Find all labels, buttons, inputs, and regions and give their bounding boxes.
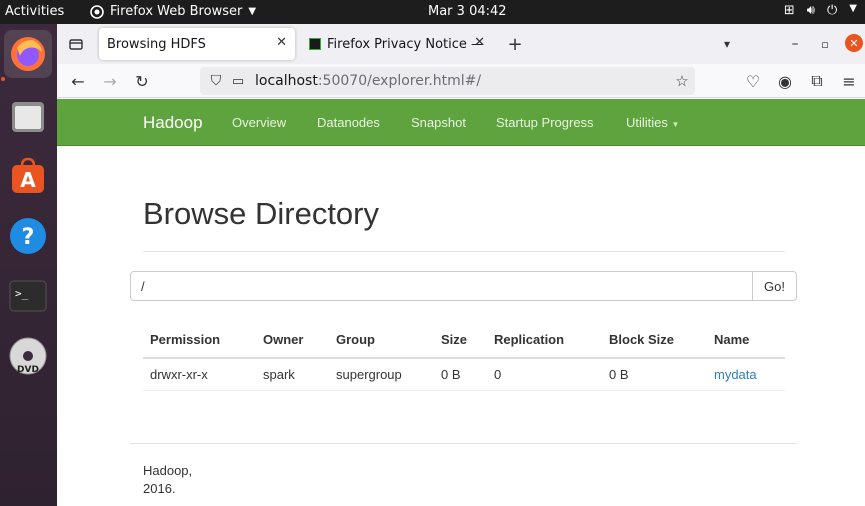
maximize-icon[interactable]: ▫	[815, 34, 835, 54]
page-icon[interactable]: ▭	[228, 71, 248, 91]
tab-overview-icon[interactable]	[66, 34, 86, 54]
terminal-tab-icon	[309, 38, 321, 50]
nav-snapshot[interactable]: Snapshot	[411, 115, 466, 130]
col-size[interactable]: Size	[434, 321, 487, 359]
menu-icon[interactable]: ≡	[839, 71, 859, 91]
footer: Hadoop, 2016.	[143, 462, 192, 498]
app-center-icon: A	[12, 157, 44, 193]
app-name: Firefox Web Browser	[110, 4, 243, 19]
dvd-icon: DVD	[9, 337, 47, 375]
cell-group: supergroup	[329, 358, 434, 391]
col-block-size[interactable]: Block Size	[602, 321, 707, 359]
footer-line2: 2016.	[143, 481, 176, 496]
url-text: localhost:50070/explorer.html#/	[255, 73, 482, 89]
terminal-icon: >_	[9, 280, 47, 312]
volume-icon: 🔊︎	[806, 3, 815, 18]
col-group[interactable]: Group	[329, 321, 434, 359]
file-link-mydata[interactable]: mydata	[714, 367, 757, 382]
minimize-icon[interactable]: –	[785, 34, 805, 54]
dock-files[interactable]	[4, 92, 52, 140]
close-window-icon[interactable]: ✕	[845, 34, 863, 52]
clock[interactable]: Mar 3 04:42	[428, 4, 507, 19]
hadoop-brand[interactable]: Hadoop	[143, 113, 203, 133]
svg-text:A: A	[20, 168, 36, 192]
dock-dvd[interactable]: DVD	[4, 332, 52, 380]
tab-label: Firefox Privacy Notice —	[327, 36, 485, 52]
caret-down-icon: ▼	[671, 120, 680, 129]
network-icon: ⊞	[783, 3, 795, 18]
extensions-icon[interactable]: ⧉	[807, 71, 827, 91]
main-content: Browse Directory Go! Permission Owner Gr…	[57, 146, 865, 506]
system-tray[interactable]: ⊞ 🔊︎ ⏻ ▼	[784, 3, 857, 18]
nav-utilities[interactable]: Utilities ▼	[626, 115, 679, 130]
tab-label: Browsing HDFS	[107, 36, 206, 52]
activities-button[interactable]: Activities	[5, 4, 64, 19]
chevron-down-icon: ▼	[248, 6, 257, 17]
file-table: Permission Owner Group Size Replication …	[143, 321, 785, 391]
cell-replication: 0	[487, 358, 602, 391]
chevron-down-icon: ▼	[849, 3, 857, 14]
firefox-small-icon	[90, 4, 104, 19]
cell-permission: drwxr-xr-x	[143, 358, 256, 391]
col-owner[interactable]: Owner	[256, 321, 329, 359]
nav-overview[interactable]: Overview	[232, 115, 286, 130]
table-header-row: Permission Owner Group Size Replication …	[143, 321, 785, 359]
col-permission[interactable]: Permission	[143, 321, 256, 359]
dock-firefox[interactable]	[4, 30, 52, 78]
shield-icon[interactable]: ⛉	[206, 71, 226, 91]
dock-app-center[interactable]: A	[4, 152, 52, 200]
new-tab-icon[interactable]: +	[505, 34, 525, 55]
forward-icon[interactable]: →	[100, 71, 120, 91]
svg-text:>_: >_	[15, 287, 29, 300]
directory-path-input[interactable]	[130, 271, 753, 301]
tab-bar: Browsing HDFS ✕ Firefox Privacy Notice —…	[57, 24, 865, 64]
firefox-icon	[11, 37, 45, 71]
system-top-bar: Activities Firefox Web Browser ▼ Mar 3 0…	[0, 0, 865, 24]
active-indicator	[1, 77, 5, 81]
svg-text:DVD: DVD	[17, 365, 39, 375]
footer-line1: Hadoop,	[143, 463, 193, 478]
close-tab-icon[interactable]: ✕	[276, 35, 287, 50]
help-icon: ?	[10, 218, 46, 254]
table-row: drwxr-xr-x spark supergroup 0 B 0 0 B my…	[143, 358, 785, 391]
list-tabs-icon[interactable]: ▾	[717, 34, 737, 54]
reload-icon[interactable]: ↻	[132, 71, 152, 91]
power-icon: ⏻	[827, 3, 838, 18]
dock-terminal[interactable]: >_	[4, 272, 52, 320]
svg-text:?: ?	[22, 225, 35, 250]
back-icon[interactable]: ←	[68, 71, 88, 91]
navigation-bar: ← → ↻ ⛉ ▭ localhost:50070/explorer.html#…	[57, 64, 865, 98]
page-title: Browse Directory	[143, 196, 379, 231]
cell-block-size: 0 B	[602, 358, 707, 391]
url-bar[interactable]: ⛉ ▭ localhost:50070/explorer.html#/ ☆	[200, 67, 695, 95]
nav-datanodes[interactable]: Datanodes	[317, 115, 380, 130]
footer-divider	[130, 443, 797, 444]
tab-firefox-privacy[interactable]: Firefox Privacy Notice — ✕	[301, 28, 493, 60]
files-icon	[12, 102, 44, 132]
col-replication[interactable]: Replication	[487, 321, 602, 359]
close-tab-icon[interactable]: ✕	[474, 35, 485, 50]
nav-startup-progress[interactable]: Startup Progress	[496, 115, 594, 130]
browser-window: Browsing HDFS ✕ Firefox Privacy Notice —…	[57, 24, 865, 506]
divider	[143, 251, 785, 252]
cell-owner: spark	[256, 358, 329, 391]
tab-browsing-hdfs[interactable]: Browsing HDFS ✕	[99, 28, 295, 60]
bookmark-star-icon[interactable]: ☆	[672, 71, 692, 91]
dock: A ? >_ DVD	[0, 24, 57, 506]
cell-name: mydata	[707, 358, 785, 391]
dock-help[interactable]: ?	[4, 212, 52, 260]
hadoop-navbar: Hadoop Overview Datanodes Snapshot Start…	[57, 99, 865, 146]
pocket-icon[interactable]: ♡	[743, 71, 763, 91]
col-name[interactable]: Name	[707, 321, 785, 359]
go-button[interactable]: Go!	[752, 271, 797, 301]
app-menu[interactable]: Firefox Web Browser ▼	[90, 4, 256, 19]
account-icon[interactable]: ◉	[775, 71, 795, 91]
cell-size: 0 B	[434, 358, 487, 391]
